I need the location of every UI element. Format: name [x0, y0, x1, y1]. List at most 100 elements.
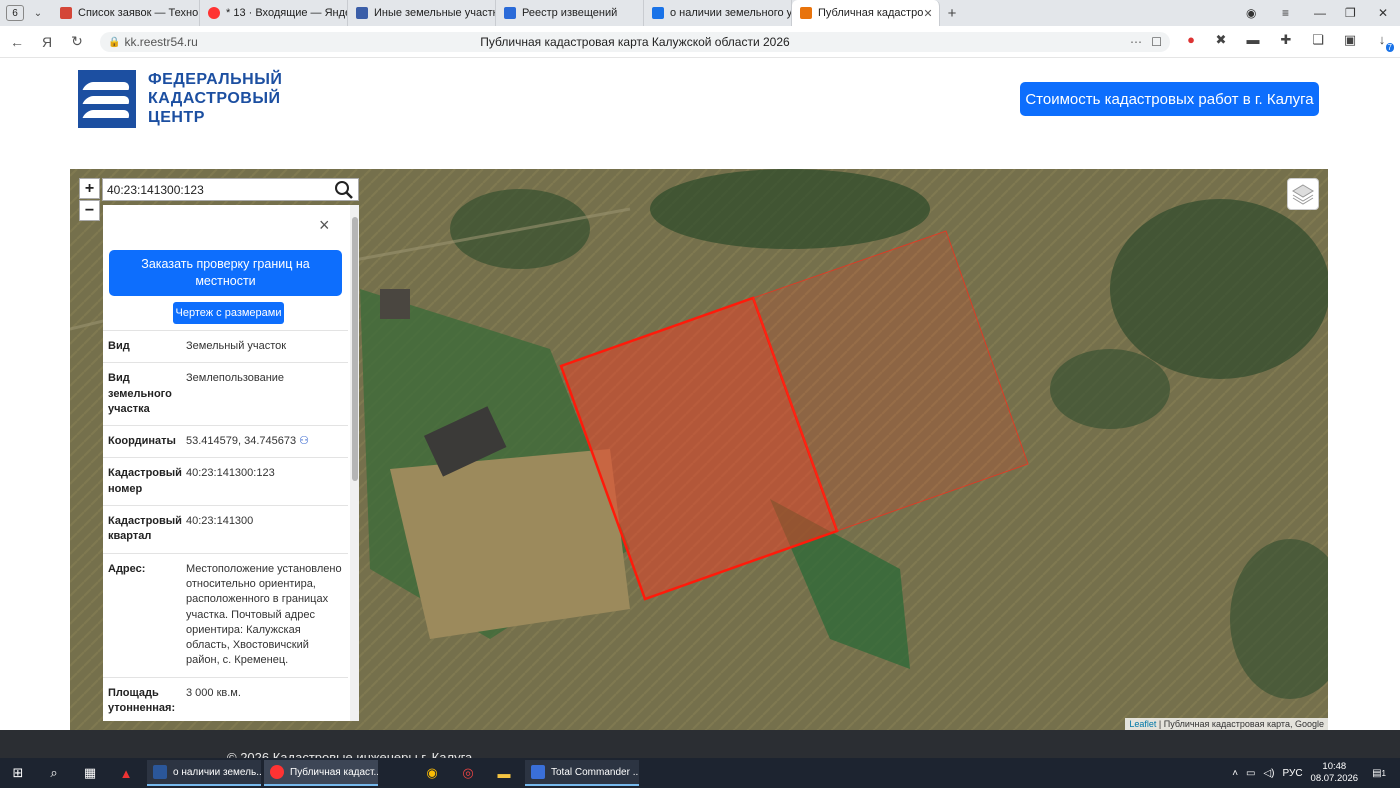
tab-5-active[interactable]: Публичная кадастро ✕ [792, 0, 940, 26]
clock[interactable]: 10:48 08.07.2026 [1311, 761, 1359, 785]
adblock-icon[interactable]: ● [1181, 32, 1201, 52]
site-footer: © 2026 Кадастровые инженеры г. Калуга [0, 730, 1400, 765]
attr-value: 40:23:141300:123 [186, 467, 275, 480]
row-cadastral-quarter: Кадастровый квартал 40:23:141300 [103, 505, 348, 553]
row-address: Адрес: Местоположение установлено относит… [103, 552, 348, 677]
back-icon[interactable]: ← [2, 34, 32, 50]
tab-title: о наличии земельного уч [670, 7, 792, 19]
more-icon[interactable]: ⋯ [1130, 35, 1142, 49]
tab-title: Публичная кадастро [818, 7, 924, 19]
bookmark-icon[interactable]: ☐ [1151, 35, 1162, 49]
layers-icon [1292, 184, 1314, 205]
profile-icon[interactable]: ◉ [1246, 0, 1256, 26]
leaflet-link[interactable]: Leaflet [1129, 719, 1156, 729]
reload-icon[interactable]: ↻ [62, 33, 92, 50]
tab-4[interactable]: о наличии земельного уч [644, 0, 792, 26]
layers-button[interactable] [1287, 178, 1319, 210]
new-tab-button[interactable]: + [940, 5, 964, 22]
minimize-icon[interactable]: — [1314, 0, 1326, 26]
attr-key: Площадь утонненная: [108, 686, 176, 715]
notification-icon[interactable]: ▤1 [1372, 768, 1386, 779]
map-container[interactable]: + − × Заказать проверку границ на местно… [70, 169, 1328, 730]
clock-date: 08.07.2026 [1310, 773, 1359, 784]
chrome-icon[interactable]: ◉ [414, 758, 450, 788]
extension-icon[interactable]: ✖ [1211, 32, 1231, 52]
logo-line-3: ЦЕНТР [148, 109, 205, 126]
volume-icon[interactable]: ◁) [1263, 768, 1274, 779]
drawing-button[interactable]: Чертеж с размерами [173, 302, 284, 324]
downloads-icon[interactable]: ↓ 7 [1372, 32, 1394, 52]
url-field[interactable]: 🔒 kk.reestr54.ru Публичная кадастровая к… [100, 32, 1170, 52]
tabs-dropdown-icon[interactable]: ⌄ [28, 8, 48, 19]
notification-count: 1 [1381, 768, 1386, 778]
word-icon [153, 765, 167, 779]
tab-title: Иные земельные участки [374, 7, 496, 19]
attr-key: Вид [108, 340, 130, 352]
attr-value: 53.414579, 34.745673 ⚇ [186, 434, 344, 449]
url-text: kk.reestr54.ru [124, 35, 198, 49]
logo-text[interactable]: ФЕДЕРАЛЬНЫЙ КАДАСТРОВЫЙ ЦЕНТР [148, 70, 282, 127]
lock-icon: 🔒 [108, 36, 121, 48]
house-icon [800, 7, 812, 19]
puzzle-icon[interactable]: ✚ [1276, 32, 1296, 52]
location-icon[interactable]: ⚇ [299, 435, 309, 447]
zoom-out-button[interactable]: − [79, 200, 100, 221]
clock-time: 10:48 [1322, 761, 1347, 772]
tab-2[interactable]: Иные земельные участки [348, 0, 496, 26]
search-icon[interactable] [334, 180, 354, 200]
tab-1[interactable]: * 13 · Входящие — Яндекс [200, 0, 348, 26]
panel-scrollbar[interactable] [350, 205, 359, 721]
search-icon[interactable]: ⌕ [36, 758, 72, 788]
order-check-button[interactable]: Заказать проверку границ на местности [109, 250, 342, 296]
attr-value: Землепользование [186, 372, 285, 385]
cost-button[interactable]: Стоимость кадастровых работ в г. Калуга [1020, 82, 1319, 116]
row-cadastral-number: Кадастровый номер 40:23:141300:123 [103, 457, 348, 505]
taskbar-app-yandex[interactable]: Публичная кадаст... [264, 760, 378, 786]
tab-0[interactable]: Список заявок — ТехноКад [52, 0, 200, 26]
windows-taskbar: ⊞ ⌕ ▦ ▲ о наличии земель... Публичная ка… [0, 758, 1400, 788]
windows-start-icon[interactable]: ⊞ [0, 758, 36, 788]
menu-icon[interactable]: ≡ [1282, 0, 1289, 26]
taskbar-app-word[interactable]: о наличии земель... [147, 760, 261, 786]
tab-count-badge[interactable]: 6 [6, 5, 24, 21]
close-window-icon[interactable]: ✕ [1378, 0, 1388, 26]
docs-icon [652, 7, 664, 19]
close-icon[interactable]: × [319, 215, 330, 236]
page-title: Публичная кадастровая карта Калужской об… [480, 35, 790, 49]
close-tab-icon[interactable]: ✕ [923, 7, 932, 20]
system-tray: ˄ ▭ ◁) РУС 10:48 08.07.2026 ▤1 [1232, 758, 1400, 788]
app-title: Публичная кадаст... [290, 766, 378, 778]
winrar-icon[interactable] [378, 758, 414, 788]
site-header: ФЕДЕРАЛЬНЫЙ КАДАСТРОВЫЙ ЦЕНТР Стоимость … [0, 58, 1400, 168]
explorer-icon[interactable]: ▬ [486, 758, 522, 788]
scrollbar-thumb[interactable] [352, 217, 358, 481]
tab-title: Реестр извещений [522, 7, 618, 19]
restore-icon[interactable]: ❐ [1345, 0, 1356, 26]
acrobat-icon[interactable]: ▲ [108, 758, 144, 788]
downloads-badge: 7 [1385, 43, 1394, 52]
logo-line-1: ФЕДЕРАЛЬНЫЙ [148, 71, 283, 88]
hat-icon[interactable]: ▬ [1243, 32, 1263, 52]
collections-icon[interactable]: ❏ [1308, 32, 1328, 52]
attr-key: Кадастровый номер [108, 467, 182, 495]
row-coordinates: Координаты 53.414579, 34.745673 ⚇ [103, 425, 348, 457]
logo-icon[interactable] [78, 70, 136, 128]
attr-key: Координаты [108, 435, 176, 448]
attribution-text: | Публичная кадастровая карта, Google [1156, 719, 1324, 729]
task-view-icon[interactable]: ▦ [72, 758, 108, 788]
tab-title: * 13 · Входящие — Яндекс [226, 7, 347, 19]
address-bar: ← Я ↻ 🔒 kk.reestr54.ru Публичная кадастр… [0, 26, 1400, 58]
taskbar-app-total-commander[interactable]: Total Commander ... [525, 760, 639, 786]
attr-value: 3 000 кв.м. [186, 686, 241, 699]
screenshot-icon[interactable]: ▣ [1340, 32, 1360, 52]
tab-3[interactable]: Реестр извещений [496, 0, 644, 26]
yandex-icon[interactable]: Я [32, 34, 62, 50]
search-input[interactable] [103, 182, 323, 197]
network-icon[interactable]: ▭ [1246, 768, 1255, 779]
zoom-in-button[interactable]: + [79, 178, 100, 199]
gerb-icon [504, 7, 516, 19]
tray-chevron-icon[interactable]: ˄ [1232, 768, 1238, 779]
language-indicator[interactable]: РУС [1283, 768, 1303, 779]
app-icon[interactable]: ◎ [450, 758, 486, 788]
app-title: о наличии земель... [173, 766, 261, 778]
